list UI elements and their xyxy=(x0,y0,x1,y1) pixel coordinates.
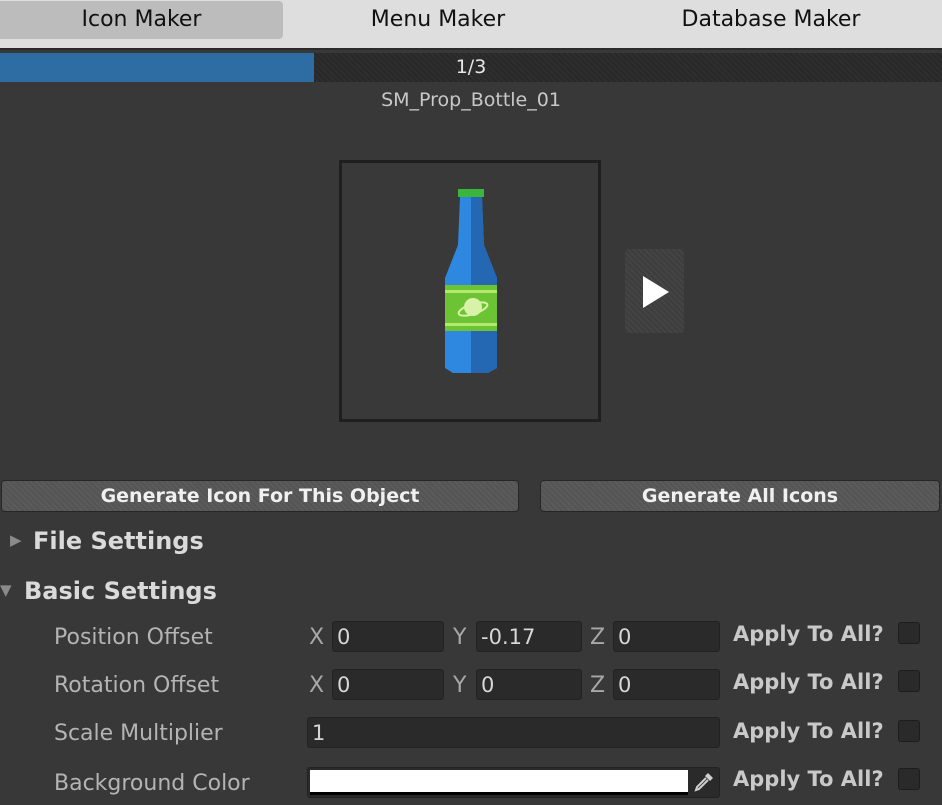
background-apply-checkbox[interactable] xyxy=(898,768,920,790)
scale-apply-checkbox[interactable] xyxy=(898,720,920,742)
rotation-x-field[interactable]: 0 xyxy=(332,669,444,700)
rotation-x-axis-label: X xyxy=(309,673,325,698)
file-settings-foldout[interactable]: ▶ File Settings xyxy=(10,527,204,555)
generate-all-icons-button[interactable]: Generate All Icons xyxy=(540,480,940,512)
tab-menu-maker[interactable]: Menu Maker xyxy=(300,1,576,39)
chevron-down-icon: ▼ xyxy=(0,581,12,599)
scale-multiplier-label: Scale Multiplier xyxy=(54,721,223,746)
chevron-right-icon: ▶ xyxy=(10,531,22,549)
position-z-axis-label: Z xyxy=(590,625,606,650)
position-x-field[interactable]: 0 xyxy=(332,621,444,652)
background-color-field[interactable] xyxy=(307,767,720,798)
position-apply-label: Apply To All? xyxy=(733,622,884,646)
progress-text: 1/3 xyxy=(455,56,487,78)
object-name: SM_Prop_Bottle_01 xyxy=(381,89,561,111)
rotation-apply-checkbox[interactable] xyxy=(898,670,920,692)
rotation-apply-label: Apply To All? xyxy=(733,670,884,694)
rotation-y-field[interactable]: 0 xyxy=(476,669,582,700)
generate-icon-button[interactable]: Generate Icon For This Object xyxy=(1,480,519,512)
progress-bar: 1/3 xyxy=(0,53,942,82)
play-arrow-icon xyxy=(643,276,669,308)
background-apply-label: Apply To All? xyxy=(733,767,884,791)
icon-preview xyxy=(339,160,601,422)
next-object-button[interactable] xyxy=(625,249,684,333)
rotation-z-field[interactable]: 0 xyxy=(613,669,720,700)
scale-apply-label: Apply To All? xyxy=(733,719,884,743)
bottle-preview-icon xyxy=(445,189,497,373)
background-color-label: Background Color xyxy=(54,771,250,796)
position-apply-checkbox[interactable] xyxy=(898,622,920,644)
file-settings-label: File Settings xyxy=(33,527,204,555)
tab-bar: Icon Maker Menu Maker Database Maker xyxy=(0,0,942,50)
rotation-z-axis-label: Z xyxy=(590,673,606,698)
basic-settings-foldout[interactable]: ▼ Basic Settings xyxy=(0,577,217,605)
position-z-field[interactable]: 0 xyxy=(613,621,720,652)
tab-database-maker[interactable]: Database Maker xyxy=(600,1,942,39)
position-y-field[interactable]: -0.17 xyxy=(476,621,582,652)
alpha-bar xyxy=(310,792,688,795)
eyedropper-icon[interactable] xyxy=(693,771,715,793)
basic-settings-label: Basic Settings xyxy=(24,577,217,605)
scale-multiplier-field[interactable]: 1 xyxy=(307,717,720,748)
tab-icon-maker[interactable]: Icon Maker xyxy=(0,1,283,39)
rotation-y-axis-label: Y xyxy=(453,673,467,698)
color-swatch[interactable] xyxy=(310,770,688,792)
position-offset-label: Position Offset xyxy=(54,625,213,650)
position-y-axis-label: Y xyxy=(453,625,467,650)
position-x-axis-label: X xyxy=(309,625,325,650)
rotation-offset-label: Rotation Offset xyxy=(54,673,220,698)
